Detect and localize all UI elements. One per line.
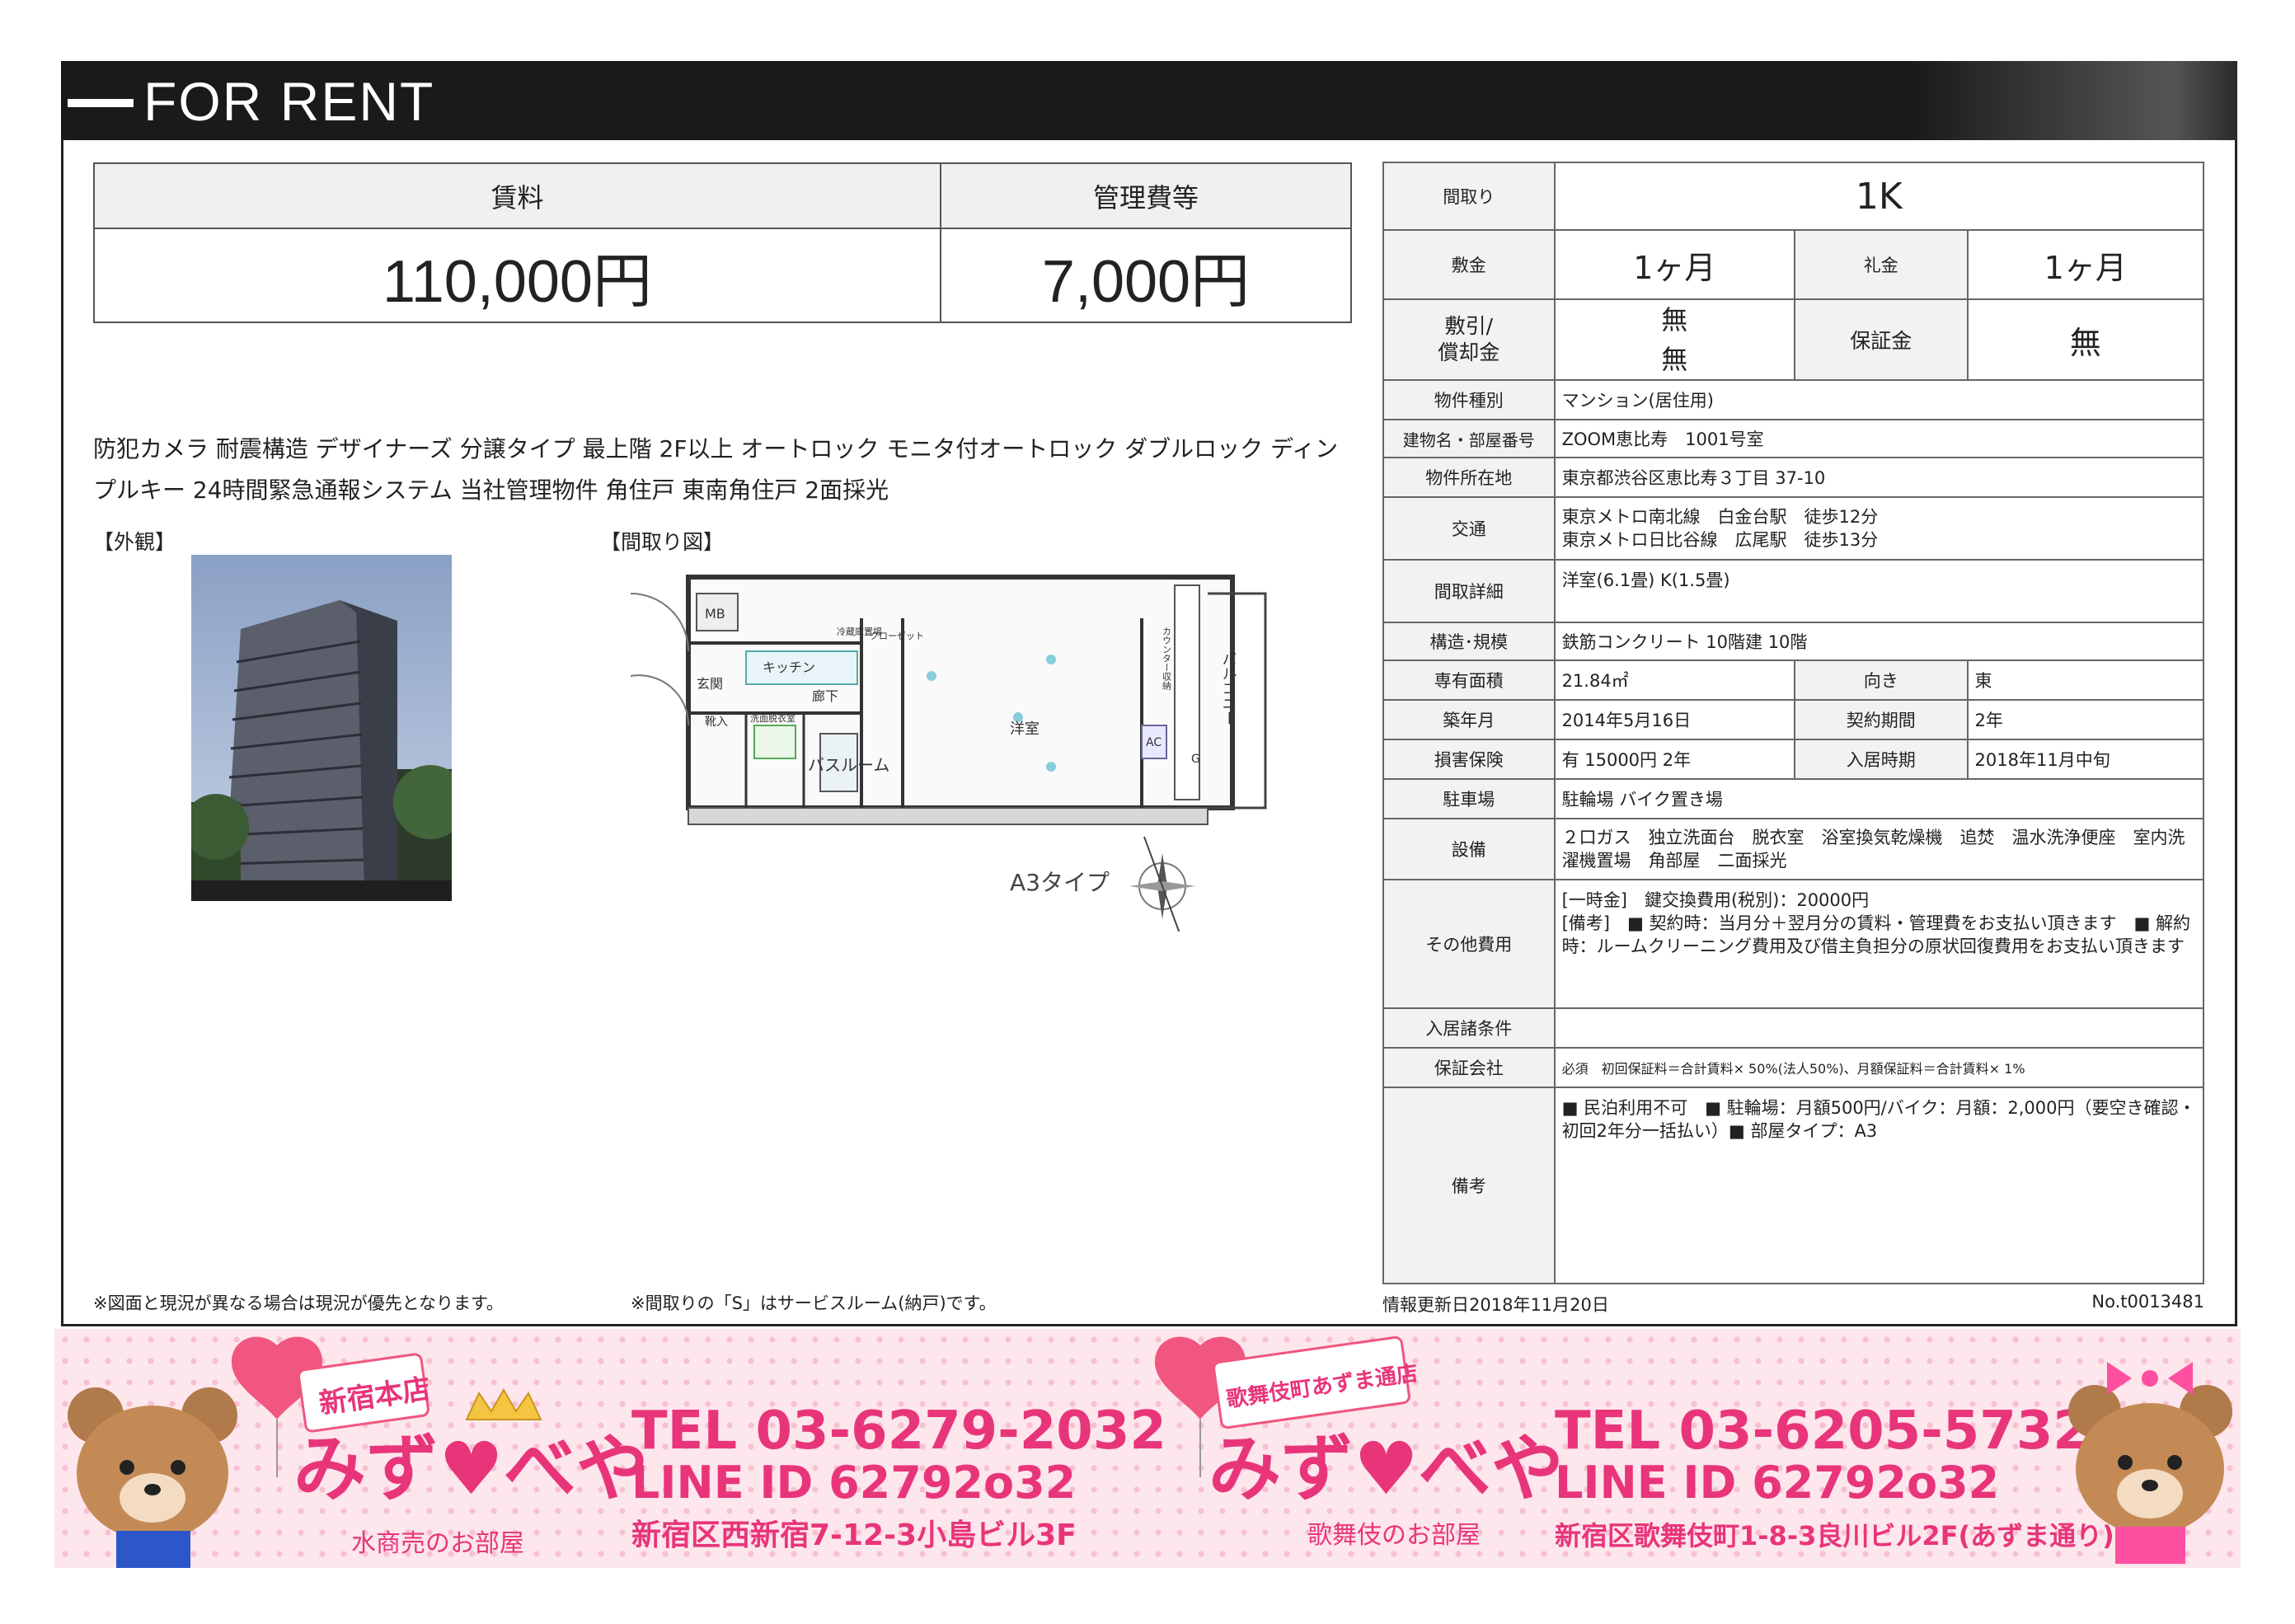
- spec-direction-label: 向き: [1794, 659, 1969, 701]
- banner-right-line: LINE ID 62792o32: [1555, 1457, 1999, 1509]
- spec-guarantor-value: 必須 初回保証料＝合計賃料× 50%(法人50%)、月額保証料＝合計賃料× 1%: [1553, 1047, 2205, 1088]
- banner-left-sub: 水商売のお部屋: [351, 1529, 524, 1558]
- room-mb: MB: [705, 606, 725, 622]
- spec-building-value: ZOOM恵比寿 1001号室: [1553, 419, 2205, 458]
- header-dash: [68, 99, 134, 107]
- room-cabinet: カウンター収納: [1162, 627, 1172, 691]
- spec-transport-label: 交通: [1382, 496, 1556, 561]
- room-shoebox: 靴入: [705, 716, 728, 729]
- banner-left-brand: みず♥べや: [293, 1426, 649, 1511]
- spec-equipment-label: 設備: [1382, 818, 1556, 880]
- spec-otherfees-line-2: [備考] ■ 契約時：当月分＋翌月分の賃料・管理費をお支払い頂きます ■ 解約時…: [1561, 913, 2190, 956]
- spec-guarantee-label: 保証金: [1794, 298, 1969, 381]
- footer-banner: 新宿本店 みず♥べや 水商売のお部屋 TEL 03-6279-2032 LINE…: [54, 1329, 2241, 1568]
- spec-amortization-value-2: 無: [1661, 344, 1688, 375]
- spec-movein-value: 2018年11月中旬: [1966, 739, 2205, 780]
- feature-list: 防犯カメラ 耐震構造 デザイナーズ 分譲タイプ 最上階 2F以上 オートロック …: [93, 435, 1339, 504]
- updated-date: 情報更新日2018年11月20日: [1382, 1295, 1609, 1315]
- spec-keymoney-value: 1ヶ月: [1966, 229, 2205, 300]
- spec-parking-label: 駐車場: [1382, 778, 1556, 819]
- banner-right-address: 新宿区歌舞伎町1-8-3良川ビル2F(あずま通り): [1555, 1520, 2114, 1551]
- spec-remarks-label: 備考: [1382, 1087, 1556, 1284]
- spec-layout-value: 1K: [1553, 162, 2205, 231]
- spec-otherfees-label: その他費用: [1382, 879, 1556, 1009]
- spec-type-label: 物件種別: [1382, 379, 1556, 420]
- rent-value: 110,000円: [93, 228, 941, 323]
- spec-transport-line-1: 東京メトロ南北線 白金台駅 徒歩12分: [1561, 507, 1879, 527]
- reference-number: No.t0013481: [2091, 1292, 2204, 1312]
- spec-parking-value: 駐輪場 バイク置き場: [1553, 778, 2205, 819]
- spec-remarks-value: ■ 民泊利用不可 ■ 駐輪場：月額500円/バイク：月額：2,000円（要空き確…: [1553, 1087, 2205, 1284]
- spec-layout-label: 間取り: [1382, 162, 1556, 231]
- spec-type-value: マンション(居住用): [1553, 379, 2205, 420]
- spec-direction-value: 東: [1966, 659, 2205, 701]
- room-balcony: バルコニー: [1220, 651, 1237, 725]
- building-exterior-photo: [191, 555, 452, 901]
- spec-equipment-value: ２口ガス 独立洗面台 脱衣室 浴室換気乾燥機 追焚 温水洗浄便座 室内洗濯機置場…: [1553, 818, 2205, 880]
- room-hallway: 廊下: [812, 688, 838, 704]
- spec-contract-label: 契約期間: [1794, 699, 1969, 740]
- banner-right-tel: TEL 03-6205-5732: [1555, 1401, 2090, 1462]
- room-ac: AC: [1146, 736, 1162, 749]
- spec-detail-value: 洋室(6.1畳) K(1.5畳): [1553, 559, 2205, 623]
- spec-transport-line-2: 東京メトロ日比谷線 広尾駅 徒歩13分: [1561, 530, 1879, 550]
- spec-keymoney-label: 礼金: [1794, 229, 1969, 300]
- spec-amortization-label: 敷引/ 償却金: [1382, 298, 1556, 381]
- compass-icon: [1129, 836, 1195, 932]
- room-kitchen: キッチン: [763, 659, 815, 675]
- bear-mascot-left-icon: [68, 1387, 237, 1568]
- fee-value: 7,000円: [940, 228, 1352, 323]
- spec-deposit-value: 1ヶ月: [1553, 229, 1796, 300]
- spec-building-label: 建物名・部屋番号: [1382, 419, 1556, 458]
- plan-type-label: A3タイプ: [1010, 869, 1110, 896]
- room-bath: バスルーム: [808, 755, 889, 775]
- spec-conditions-label: 入居諸条件: [1382, 1007, 1556, 1049]
- spec-detail-label: 間取詳細: [1382, 559, 1556, 623]
- spec-insurance-label: 損害保険: [1382, 739, 1556, 780]
- spec-structure-label: 構造･規模: [1382, 622, 1556, 661]
- spec-address-label: 物件所在地: [1382, 457, 1556, 498]
- floor-plan: MB 冷蔵庫置場 クローゼット キッチン 玄関 廊下 靴入 洗面脱衣室 バスルー…: [630, 575, 1267, 932]
- banner-right-brand: みず♥べや: [1209, 1426, 1564, 1511]
- room-closet: クローゼット: [870, 631, 924, 641]
- banner-left-address: 新宿区西新宿7-12-3小島ビル3F: [631, 1518, 1077, 1552]
- spec-table: 間取り 1K 敷金 1ヶ月 礼金 1ヶ月 敷引/ 償却金 無 無 保証金 無 物…: [1382, 162, 2205, 1284]
- photo-label: 【外観】: [93, 530, 176, 554]
- banner-left-tel: TEL 03-6279-2032: [631, 1401, 1166, 1462]
- page-title: FOR RENT: [143, 71, 435, 132]
- room-washroom: 洗面脱衣室: [750, 712, 796, 724]
- room-entrance: 玄関: [697, 676, 723, 692]
- spec-built-value: 2014年5月16日: [1553, 699, 1796, 740]
- banner-left-line: LINE ID 62792o32: [631, 1457, 1076, 1509]
- spec-amortization-value-1: 無: [1661, 304, 1688, 336]
- room-western: 洋室: [1010, 720, 1040, 738]
- spec-area-label: 専有面積: [1382, 659, 1556, 701]
- spec-movein-label: 入居時期: [1794, 739, 1969, 780]
- footnote-service-room: ※間取りの「S」はサービスルーム(納戸)です。: [631, 1293, 997, 1313]
- spec-amortization-values: 無 無: [1553, 298, 1796, 381]
- spec-otherfees-line-1: [一時金] 鍵交換費用(税別)：20000円: [1561, 890, 1870, 910]
- room-g: G: [1191, 753, 1200, 766]
- spec-contract-value: 2年: [1966, 699, 2205, 740]
- spec-structure-value: 鉄筋コンクリート 10階建 10階: [1553, 622, 2205, 661]
- spec-deposit-label: 敷金: [1382, 229, 1556, 300]
- rent-table: 賃料 管理費等 110,000円 7,000円: [93, 162, 1352, 323]
- spec-guarantee-value: 無: [1966, 298, 2205, 381]
- spec-transport-value: 東京メトロ南北線 白金台駅 徒歩12分 東京メトロ日比谷線 広尾駅 徒歩13分: [1553, 496, 2205, 561]
- spec-otherfees-value: [一時金] 鍵交換費用(税別)：20000円 [備考] ■ 契約時：当月分＋翌月…: [1553, 879, 2205, 1009]
- plan-label: 【間取り図】: [600, 530, 725, 554]
- banner-right-sub: 歌舞伎のお部屋: [1307, 1521, 1481, 1550]
- spec-built-label: 築年月: [1382, 699, 1556, 740]
- footnote-plan-priority: ※図面と現況が異なる場合は現況が優先となります。: [93, 1293, 504, 1313]
- spec-address-value: 東京都渋谷区恵比寿３丁目 37-10: [1553, 457, 2205, 498]
- rent-label: 賃料: [93, 162, 941, 229]
- fee-label: 管理費等: [940, 162, 1352, 229]
- spec-guarantor-label: 保証会社: [1382, 1047, 1556, 1088]
- crown-icon: [465, 1387, 542, 1420]
- spec-conditions-value: [1553, 1007, 2205, 1049]
- header-bar: FOR RENT: [61, 61, 2237, 140]
- spec-area-value: 21.84㎡: [1553, 659, 1796, 701]
- spec-insurance-value: 有 15000円 2年: [1553, 739, 1796, 780]
